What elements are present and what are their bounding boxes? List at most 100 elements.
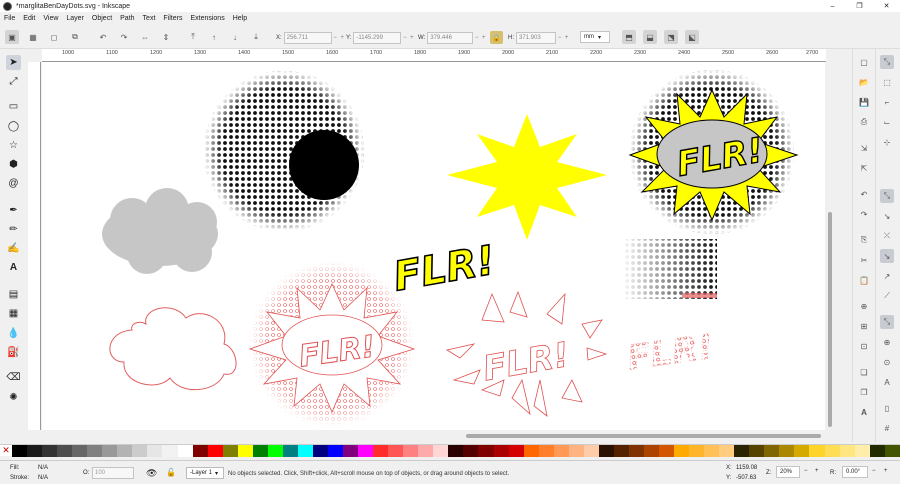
flr-comic-black-halftone[interactable]: FLR! [628,70,799,234]
menu-view[interactable]: View [43,15,58,22]
text-font-icon[interactable]: A [857,405,871,419]
print-icon[interactable]: ⎙ [857,115,871,129]
rotate-cw-icon[interactable]: ↷ [117,30,131,44]
star-tool-icon[interactable]: ☆ [6,138,21,153]
snap-paths-icon[interactable]: ↘ [880,209,894,223]
menu-file[interactable]: File [4,15,15,22]
zoom-drawing-icon[interactable]: ⊞ [857,319,871,333]
palette-swatch[interactable] [839,445,855,457]
zoom-in-button[interactable]: + [815,468,819,474]
node-tool-icon[interactable]: ⤢ [6,74,21,89]
palette-swatch[interactable] [749,445,765,457]
vertical-scroll-thumb[interactable] [828,212,832,427]
palette-swatch[interactable] [719,445,735,457]
menu-help[interactable]: Help [233,15,247,22]
halftone-gradient-rectangle[interactable] [625,239,717,299]
palette-swatch[interactable] [373,445,389,457]
y-input[interactable]: -1145.299 [353,31,402,44]
stroke-value[interactable]: N/A [38,475,48,481]
palette-swatch[interactable] [478,445,494,457]
h-increment-button[interactable]: + [563,35,570,41]
palette-swatch[interactable] [704,445,720,457]
spray-tool-icon[interactable]: ✺ [6,390,21,405]
undo-icon[interactable]: ↶ [857,187,871,201]
palette-swatch[interactable] [403,445,419,457]
palette-swatch[interactable] [267,445,283,457]
palette-swatch[interactable] [824,445,840,457]
palette-swatch[interactable] [884,445,900,457]
opacity-input[interactable]: 100 [92,467,134,479]
transform-patterns-icon[interactable]: ⬕ [685,30,699,44]
snap-path-intersections-icon[interactable]: ⤫ [880,229,894,243]
palette-swatch[interactable] [583,445,599,457]
selector-tool-icon[interactable]: ➤ [6,55,21,70]
palette-swatch[interactable] [418,445,434,457]
paint-bucket-tool-icon[interactable]: ⛽ [6,345,21,360]
palette-swatch[interactable] [237,445,253,457]
x-decrement-button[interactable]: − [332,35,339,41]
redo-icon[interactable]: ↷ [857,207,871,221]
zoom-out-button[interactable]: − [804,468,808,474]
height-input[interactable]: 371.903 [516,31,556,44]
close-button[interactable]: ✕ [873,0,900,12]
maximize-button[interactable]: ❐ [846,0,873,12]
rotation-decrement-button[interactable]: − [872,468,876,474]
rectangle-tool-icon[interactable]: ▭ [6,99,21,114]
width-input[interactable]: 379.446 [427,31,474,44]
palette-swatch[interactable] [282,445,298,457]
menu-filters[interactable]: Filters [163,15,182,22]
horizontal-scrollbar[interactable] [42,432,825,440]
palette-swatch[interactable] [222,445,238,457]
palette-swatch[interactable] [162,445,178,457]
x-increment-button[interactable]: + [339,35,346,41]
palette-swatch[interactable] [358,445,374,457]
halftone-dots-with-black-circle[interactable] [204,71,364,231]
flr-comic-red-shards[interactable]: FLR! [445,290,608,417]
palette-swatch[interactable] [177,445,193,457]
palette-swatch[interactable] [448,445,464,457]
palette-swatch[interactable] [794,445,810,457]
snap-bbox-midpoints-icon[interactable]: ⊹ [880,135,894,149]
gradient-tool-icon[interactable]: ▤ [6,287,21,302]
palette-swatch[interactable] [433,445,449,457]
palette-swatch[interactable] [809,445,825,457]
raise-icon[interactable]: ↑ [207,30,221,44]
palette-swatch[interactable] [779,445,795,457]
rotation-increment-button[interactable]: + [884,468,888,474]
palette-swatch[interactable] [87,445,103,457]
zoom-page-icon[interactable]: ⊡ [857,339,871,353]
menu-extensions[interactable]: Extensions [190,15,224,22]
palette-swatch[interactable] [117,445,133,457]
palette-swatch[interactable] [27,445,43,457]
w-decrement-button[interactable]: − [473,35,480,41]
horizontal-scroll-thumb[interactable] [466,434,821,438]
palette-swatch[interactable] [463,445,479,457]
palette-swatch[interactable] [553,445,569,457]
palette-swatch[interactable] [57,445,73,457]
eye-icon[interactable]: 👁 [146,468,157,479]
menu-layer[interactable]: Layer [66,15,84,22]
palette-swatch[interactable] [568,445,584,457]
copy-icon[interactable]: ⎘ [857,233,871,247]
dropper-tool-icon[interactable]: 💧 [6,326,21,341]
vertical-scrollbar[interactable] [826,62,834,430]
menu-text[interactable]: Text [143,15,156,22]
lower-icon[interactable]: ↓ [228,30,242,44]
snap-enable-icon[interactable]: ⤡ [880,55,894,69]
flip-horizontal-icon[interactable]: ⇔ [138,30,152,44]
flr-label-yellow[interactable]: FLR! [389,237,499,302]
w-increment-button[interactable]: + [480,35,487,41]
cut-icon[interactable]: ✂ [857,253,871,267]
palette-swatch[interactable] [343,445,359,457]
palette-swatch[interactable] [734,445,750,457]
open-file-icon[interactable]: 📂 [857,75,871,89]
x-input[interactable]: 256.711 [283,31,332,44]
save-file-icon[interactable]: 💾 [857,95,871,109]
palette-swatch[interactable] [523,445,539,457]
select-same-icon[interactable]: ⧉ [68,30,82,44]
palette-swatch[interactable] [764,445,780,457]
raise-to-top-icon[interactable]: ⤒ [186,30,200,44]
snap-text-baseline-icon[interactable]: A [880,375,894,389]
palette-swatch[interactable] [102,445,118,457]
palette-swatch[interactable] [207,445,223,457]
